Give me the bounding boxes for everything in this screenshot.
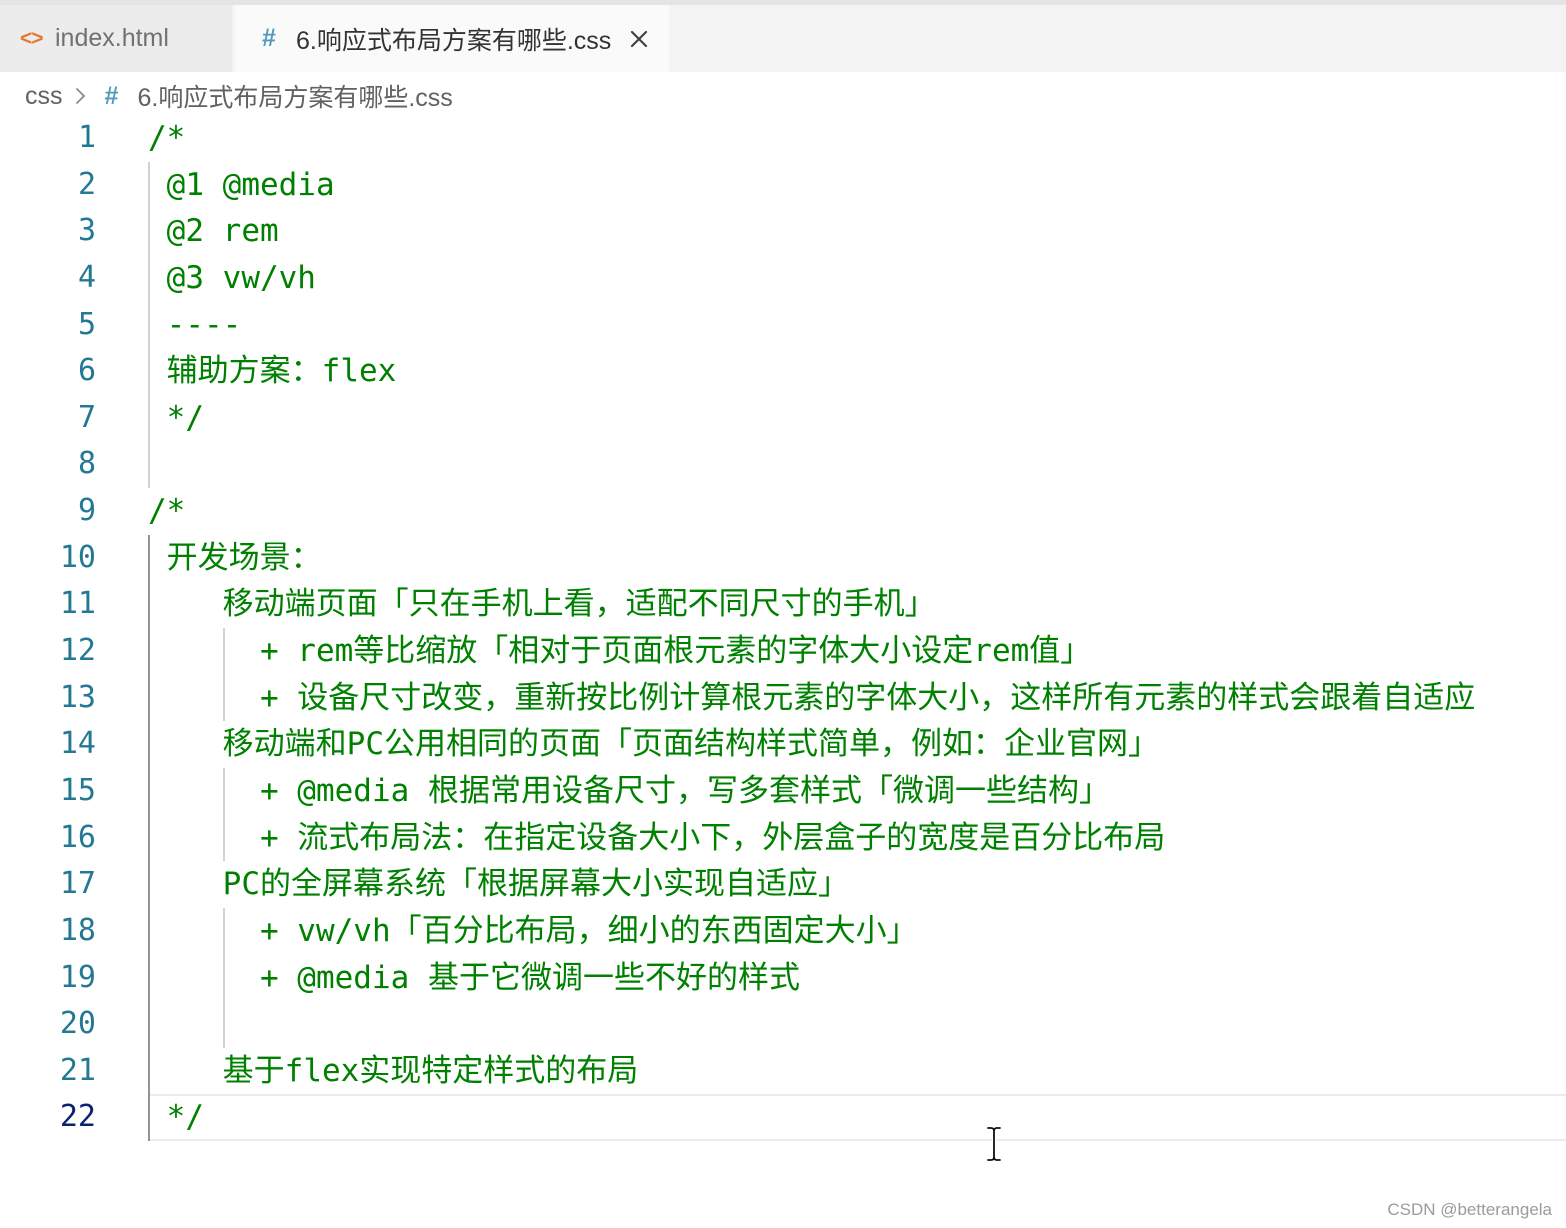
line-text[interactable]: + @media 基于它微调一些不好的样式 xyxy=(148,955,800,1002)
line-number: 3 xyxy=(77,213,96,249)
line-number: 18 xyxy=(59,912,96,948)
html-file-icon: <> xyxy=(20,26,44,50)
line-number: 20 xyxy=(59,1006,96,1042)
line-number: 15 xyxy=(59,772,96,808)
code-line[interactable]: 6 辅助方案：flex xyxy=(0,348,1566,395)
css-file-icon: # xyxy=(104,81,119,110)
tab-css-file[interactable]: # 6.响应式布局方案有哪些.css xyxy=(235,5,670,72)
code-editor[interactable]: 1 /* 2 @1 @media 3 @2 rem 4 @3 vw/vh 5 --… xyxy=(0,115,1566,1228)
line-number: 12 xyxy=(59,633,96,669)
line-number: 21 xyxy=(59,1052,96,1088)
code-line[interactable]: 21 基于flex实现特定样式的布局 xyxy=(0,1048,1566,1095)
code-line[interactable]: 5 ---- xyxy=(0,302,1566,349)
code-line[interactable]: 3 @2 rem xyxy=(0,208,1566,255)
code-line[interactable]: 13 + 设备尺寸改变，重新按比例计算根元素的字体大小，这样所有元素的样式会跟着… xyxy=(0,675,1566,722)
line-text[interactable]: 移动端和PC公用相同的页面「页面结构样式简单，例如：企业官网」 xyxy=(148,721,1159,768)
code-line[interactable]: 7 */ xyxy=(0,395,1566,442)
line-text[interactable]: + vw/vh「百分比布局，细小的东西固定大小」 xyxy=(148,908,918,955)
line-text[interactable]: @2 rem xyxy=(148,208,279,255)
code-line[interactable]: 8 xyxy=(0,441,1566,488)
code-line[interactable]: 15 + @media 根据常用设备尺寸，写多套样式「微调一些结构」 xyxy=(0,768,1566,815)
line-number: 14 xyxy=(59,726,96,762)
line-text[interactable]: 移动端页面「只在手机上看，适配不同尺寸的手机」 xyxy=(148,581,936,628)
line-number: 13 xyxy=(59,679,96,715)
line-number: 22 xyxy=(59,1099,96,1135)
code-line[interactable]: 16 + 流式布局法：在指定设备大小下，外层盒子的宽度是百分比布局 xyxy=(0,815,1566,862)
line-text[interactable]: + 流式布局法：在指定设备大小下，外层盒子的宽度是百分比布局 xyxy=(148,815,1165,862)
code-line[interactable]: 9 /* xyxy=(0,488,1566,535)
breadcrumb-folder[interactable]: css xyxy=(25,82,63,111)
line-text[interactable]: + rem等比缩放「相对于页面根元素的字体大小设定rem值」 xyxy=(148,628,1091,675)
line-text[interactable]: 辅助方案：flex xyxy=(148,348,397,395)
code-line[interactable]: 4 @3 vw/vh xyxy=(0,255,1566,302)
line-number: 4 xyxy=(77,259,96,295)
line-text[interactable]: ---- xyxy=(148,302,242,349)
code-line[interactable]: 2 @1 @media xyxy=(0,162,1566,209)
tab-label: index.html xyxy=(55,24,169,52)
code-line[interactable]: 19 + @media 基于它微调一些不好的样式 xyxy=(0,955,1566,1002)
code-line[interactable]: 10 开发场景： xyxy=(0,535,1566,582)
line-number: 17 xyxy=(59,866,96,902)
indent-guide xyxy=(148,161,150,489)
line-number: 5 xyxy=(77,306,96,342)
line-text[interactable]: + @media 根据常用设备尺寸，写多套样式「微调一些结构」 xyxy=(148,768,1110,815)
code-line[interactable]: 12 + rem等比缩放「相对于页面根元素的字体大小设定rem值」 xyxy=(0,628,1566,675)
tab-index-html[interactable]: <> index.html xyxy=(0,5,232,72)
line-text[interactable]: @1 @media xyxy=(148,162,335,209)
line-number: 6 xyxy=(77,353,96,389)
editor-tab-bar: <> index.html # 6.响应式布局方案有哪些.css xyxy=(0,0,1566,72)
line-text[interactable]: 开发场景： xyxy=(148,535,322,582)
line-number: 2 xyxy=(77,166,96,202)
css-file-icon: # xyxy=(262,24,276,52)
line-text[interactable]: PC的全屏幕系统「根据屏幕大小实现自适应」 xyxy=(148,861,849,908)
mouse-ibeam-cursor-icon xyxy=(984,1126,1004,1162)
line-number: 9 xyxy=(77,493,96,529)
line-number: 10 xyxy=(59,539,96,575)
chevron-right-icon xyxy=(75,87,86,105)
line-number: 1 xyxy=(77,120,96,155)
indent-guide xyxy=(223,908,225,1048)
code-line[interactable]: 22 */ xyxy=(0,1094,1566,1141)
close-icon[interactable] xyxy=(629,29,649,49)
breadcrumb: css # 6.响应式布局方案有哪些.css xyxy=(0,72,1566,120)
code-line[interactable]: 17 PC的全屏幕系统「根据屏幕大小实现自适应」 xyxy=(0,861,1566,908)
line-number: 16 xyxy=(59,819,96,855)
line-text[interactable]: /* xyxy=(148,115,185,162)
active-indent-guide xyxy=(148,534,150,1142)
line-text[interactable]: /* xyxy=(148,488,185,535)
code-line[interactable]: 14 移动端和PC公用相同的页面「页面结构样式简单，例如：企业官网」 xyxy=(0,721,1566,768)
line-text[interactable]: @3 vw/vh xyxy=(148,255,316,302)
indent-guide xyxy=(223,768,225,862)
line-text[interactable]: 基于flex实现特定样式的布局 xyxy=(148,1048,639,1095)
line-text[interactable]: */ xyxy=(148,395,204,442)
code-line[interactable]: 18 + vw/vh「百分比布局，细小的东西固定大小」 xyxy=(0,908,1566,955)
breadcrumb-file[interactable]: 6.响应式布局方案有哪些.css xyxy=(138,78,453,114)
line-text[interactable]: */ xyxy=(148,1094,204,1141)
line-number: 7 xyxy=(77,399,96,435)
code-line[interactable]: 20 xyxy=(0,1001,1566,1048)
tab-label: 6.响应式布局方案有哪些.css xyxy=(296,26,612,55)
indent-guide xyxy=(223,628,225,722)
line-number: 19 xyxy=(59,959,96,995)
code-line[interactable]: 11 移动端页面「只在手机上看，适配不同尺寸的手机」 xyxy=(0,581,1566,628)
line-number: 11 xyxy=(59,586,96,622)
watermark: CSDN @betterangela xyxy=(1387,1200,1552,1219)
line-text[interactable]: + 设备尺寸改变，重新按比例计算根元素的字体大小，这样所有元素的样式会跟着自适应 xyxy=(148,675,1475,722)
line-number: 8 xyxy=(77,446,96,482)
code-line[interactable]: 1 /* xyxy=(0,115,1566,162)
